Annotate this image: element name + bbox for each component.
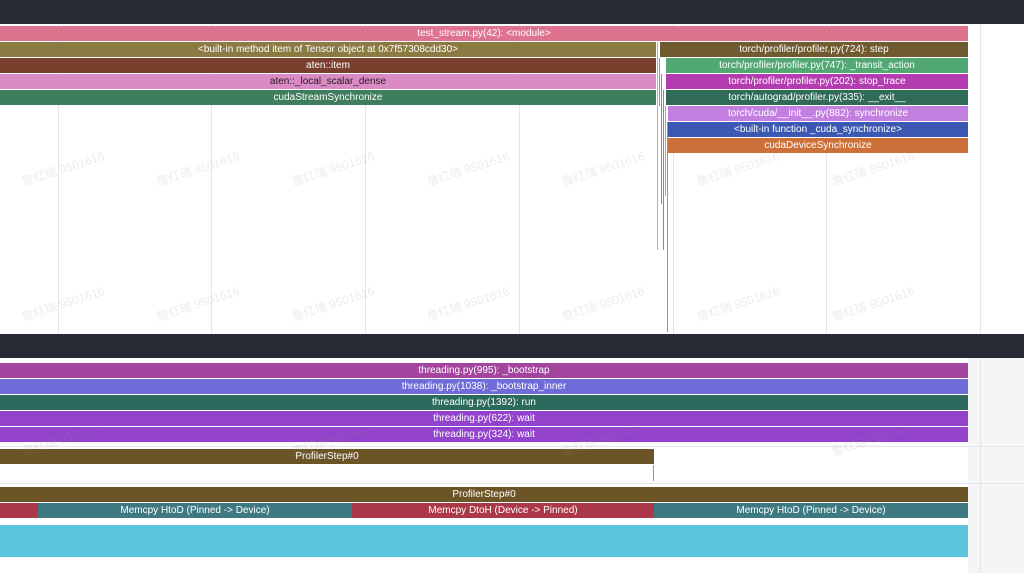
thin-slice[interactable] (661, 74, 662, 204)
watermark: 詹红瑞 9501616 (425, 284, 512, 324)
watermark: 詹红瑞 9501616 (425, 149, 512, 189)
slice-test-stream-module[interactable]: test_stream.py(42): <module> (0, 26, 968, 41)
slice-profiler-step[interactable]: torch/profiler/profiler.py(724): step (660, 42, 968, 57)
slice-memcpy-htod-1[interactable]: Memcpy HtoD (Pinned -> Device) (38, 503, 352, 518)
watermark: 詹红瑞 9501616 (20, 284, 107, 324)
watermark: 詹红瑞 9501616 (20, 149, 107, 189)
slice-cuda-stream-synchronize[interactable]: cudaStreamSynchronize (0, 90, 656, 105)
watermark: 詹红瑞 9501616 (560, 149, 647, 189)
thin-slice[interactable] (667, 122, 668, 332)
thin-slice[interactable] (663, 90, 664, 250)
timeline-header (0, 0, 1024, 24)
slice-local-scalar-dense[interactable]: aten::_local_scalar_dense (0, 74, 656, 89)
slice-autograd-exit[interactable]: torch/autograd/profiler.py(335): __exit_… (666, 90, 968, 105)
slice-memcpy-dtoh[interactable]: Memcpy DtoH (Device -> Pinned) (352, 503, 654, 518)
watermark: 詹红瑞 9501616 (290, 149, 377, 189)
slice-cuda-device-synchronize[interactable]: cudaDeviceSynchronize (668, 138, 968, 153)
slice-profiler-step-cpu[interactable]: ProfilerStep#0 (0, 449, 654, 464)
slice-memcpy-small[interactable] (0, 503, 38, 518)
slice-builtin-cuda-synchronize[interactable]: <built-in function _cuda_synchronize> (668, 122, 968, 137)
slice-bootstrap[interactable]: threading.py(995): _bootstrap (0, 363, 968, 378)
slice-bootstrap-inner[interactable]: threading.py(1038): _bootstrap_inner (0, 379, 968, 394)
watermark: 詹红瑞 9501616 (695, 149, 782, 189)
watermark: 詹红瑞 9501616 (830, 284, 917, 324)
slice-cuda-init-synchronize[interactable]: torch/cuda/__init__.py(882): synchronize (668, 106, 968, 121)
side-panel (968, 358, 1024, 573)
slice-run[interactable]: threading.py(1392): run (0, 395, 968, 410)
gpu-utilization-band[interactable] (0, 525, 968, 557)
thin-slice[interactable] (657, 42, 658, 250)
slice-profiler-step-gpu[interactable]: ProfilerStep#0 (0, 487, 968, 502)
step-marker (653, 465, 654, 481)
slice-aten-item[interactable]: aten::item (0, 58, 656, 73)
watermark: 詹红瑞 9501616 (695, 284, 782, 324)
watermark: 詹红瑞 9501616 (560, 284, 647, 324)
thin-slice[interactable] (659, 58, 660, 106)
slice-wait-324[interactable]: threading.py(324): wait (0, 427, 968, 442)
slice-memcpy-htod-2[interactable]: Memcpy HtoD (Pinned -> Device) (654, 503, 968, 518)
watermark: 詹红瑞 9501616 (155, 149, 242, 189)
slice-stop-trace[interactable]: torch/profiler/profiler.py(202): stop_tr… (666, 74, 968, 89)
watermark: 詹红瑞 9501616 (155, 284, 242, 324)
watermark: 詹红瑞 9501616 (830, 149, 917, 189)
grid-line (980, 358, 981, 573)
row-divider (0, 446, 1024, 447)
watermark: 詹红瑞 9501616 (290, 284, 377, 324)
slice-wait-622[interactable]: threading.py(622): wait (0, 411, 968, 426)
slice-item-method[interactable]: <built-in method item of Tensor object a… (0, 42, 656, 57)
thin-slice[interactable] (665, 106, 666, 196)
slice-transit-action[interactable]: torch/profiler/profiler.py(747): _transi… (666, 58, 968, 73)
thread-separator (0, 334, 1024, 358)
grid-line (980, 24, 981, 334)
row-divider (0, 483, 1024, 484)
